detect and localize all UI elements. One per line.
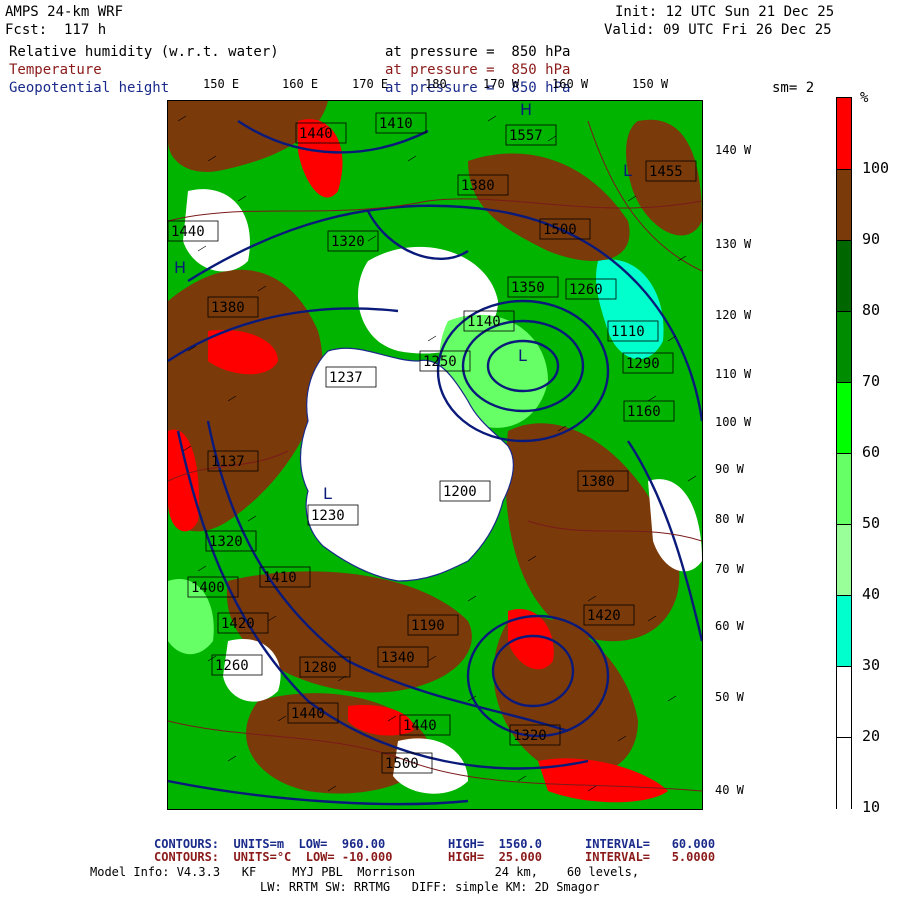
forecast-hour: Fcst: 117 h (5, 22, 107, 38)
high-marker: H (520, 101, 532, 119)
high-marker: H (174, 258, 186, 277)
svg-text:1110: 1110 (611, 324, 645, 340)
svg-text:1420: 1420 (221, 616, 255, 632)
footer-temp-high: HIGH= 25.000 (448, 850, 542, 864)
footer-temp-interval: INTERVAL= 5.0000 (585, 850, 716, 864)
svg-text:1200: 1200 (443, 484, 477, 500)
svg-text:1140: 1140 (467, 314, 501, 330)
field1-level: at pressure = 850 hPa (385, 44, 571, 60)
lat-label: 140 W (715, 143, 752, 157)
footer-physics-info: LW: RRTM SW: RRTMG DIFF: simple KM: 2D S… (260, 880, 600, 894)
lat-label: 60 W (715, 619, 744, 633)
colorbar-segment (837, 453, 851, 525)
field3-name: Geopotential height (9, 80, 170, 96)
svg-text:1557: 1557 (509, 128, 543, 144)
colorbar-tick-label: 40 (862, 585, 881, 603)
field2-name: Temperature (9, 62, 102, 78)
init-time: Init: 12 UTC Sun 21 Dec 25 (615, 4, 835, 20)
lat-label: 50 W (715, 690, 744, 704)
svg-text:1440: 1440 (291, 706, 325, 722)
svg-text:1440: 1440 (403, 718, 437, 734)
colorbar-segment (837, 595, 851, 667)
svg-text:1230: 1230 (311, 508, 345, 524)
svg-text:1320: 1320 (331, 234, 365, 250)
map-svg: 1440 1410 1557 1455 1500 1380 1320 1350 … (168, 101, 702, 809)
svg-text:1500: 1500 (385, 756, 419, 772)
svg-text:1190: 1190 (411, 618, 445, 634)
svg-text:1340: 1340 (381, 650, 415, 666)
lon-label: 180 (425, 77, 447, 91)
svg-text:1160: 1160 (627, 404, 661, 420)
lon-label: 170 W (483, 77, 520, 91)
colorbar-tick-label: 80 (862, 301, 881, 319)
field3-level: at pressure = 850 hPa (385, 80, 571, 96)
svg-text:1410: 1410 (263, 570, 297, 586)
svg-text:1400: 1400 (191, 580, 225, 596)
svg-text:1380: 1380 (581, 474, 615, 490)
svg-text:1290: 1290 (626, 356, 660, 372)
svg-text:1420: 1420 (587, 608, 621, 624)
colorbar-tick-label: 70 (862, 372, 881, 390)
lat-label: 100 W (715, 415, 752, 429)
field2-level: at pressure = 850 hPa (385, 62, 571, 78)
footer-model-info: Model Info: V4.3.3 KF MYJ PBL Morrison 2… (90, 865, 640, 879)
colorbar-segment (837, 666, 851, 738)
lon-label: 150 E (203, 77, 240, 91)
colorbar-tick-label: 20 (862, 727, 881, 745)
colorbar-tick-label: 60 (862, 443, 881, 461)
colorbar-tick-label: 10 (862, 798, 881, 816)
lat-label: 80 W (715, 512, 744, 526)
svg-text:1380: 1380 (461, 178, 495, 194)
colorbar-segment (837, 737, 851, 809)
colorbar-tick-label: 90 (862, 230, 881, 248)
lat-label: 70 W (715, 562, 744, 576)
field1-name: Relative humidity (w.r.t. water) (9, 44, 279, 60)
colorbar-segment (837, 311, 851, 383)
svg-text:1320: 1320 (513, 728, 547, 744)
lon-label: 150 W (632, 77, 669, 91)
svg-text:1410: 1410 (379, 116, 413, 132)
low-marker: L (623, 161, 632, 180)
footer-temp-contours: CONTOURS: UNITS=°C LOW= -10.000 (154, 850, 393, 864)
valid-time: Valid: 09 UTC Fri 26 Dec 25 (604, 22, 832, 38)
svg-text:1280: 1280 (303, 660, 337, 676)
lat-label: 110 W (715, 367, 752, 381)
svg-text:1320: 1320 (209, 534, 243, 550)
colorbar-segment (837, 169, 851, 241)
svg-text:1380: 1380 (211, 300, 245, 316)
lon-label: 160 W (552, 77, 589, 91)
model-title: AMPS 24-km WRF (5, 4, 124, 20)
svg-text:1440: 1440 (299, 126, 333, 142)
lat-label: 120 W (715, 308, 752, 322)
svg-text:1455: 1455 (649, 164, 683, 180)
svg-text:1237: 1237 (329, 370, 363, 386)
svg-text:1350: 1350 (511, 280, 545, 296)
lon-label: 170 E (352, 77, 389, 91)
colorbar-segment (837, 382, 851, 454)
svg-text:1137: 1137 (211, 454, 245, 470)
colorbar-tick-label: 30 (862, 656, 881, 674)
colorbar-segment (837, 240, 851, 312)
colorbar-unit: % (860, 90, 869, 106)
svg-text:1260: 1260 (569, 282, 603, 298)
lat-label: 40 W (715, 783, 744, 797)
lon-label: 160 E (282, 77, 319, 91)
colorbar-segment (837, 524, 851, 596)
colorbar (836, 97, 852, 809)
map-panel: 1440 1410 1557 1455 1500 1380 1320 1350 … (167, 100, 703, 810)
svg-text:1260: 1260 (215, 658, 249, 674)
low-marker: L (323, 484, 332, 503)
lat-label: 130 W (715, 237, 752, 251)
svg-text:1250: 1250 (423, 354, 457, 370)
smoothing-label: sm= 2 (772, 80, 815, 96)
colorbar-tick-label: 100 (862, 159, 890, 177)
low-marker: L (518, 346, 527, 365)
colorbar-segment (837, 98, 851, 169)
svg-text:1500: 1500 (543, 222, 577, 238)
colorbar-tick-label: 50 (862, 514, 881, 532)
svg-text:1440: 1440 (171, 224, 205, 240)
lat-label: 90 W (715, 462, 744, 476)
